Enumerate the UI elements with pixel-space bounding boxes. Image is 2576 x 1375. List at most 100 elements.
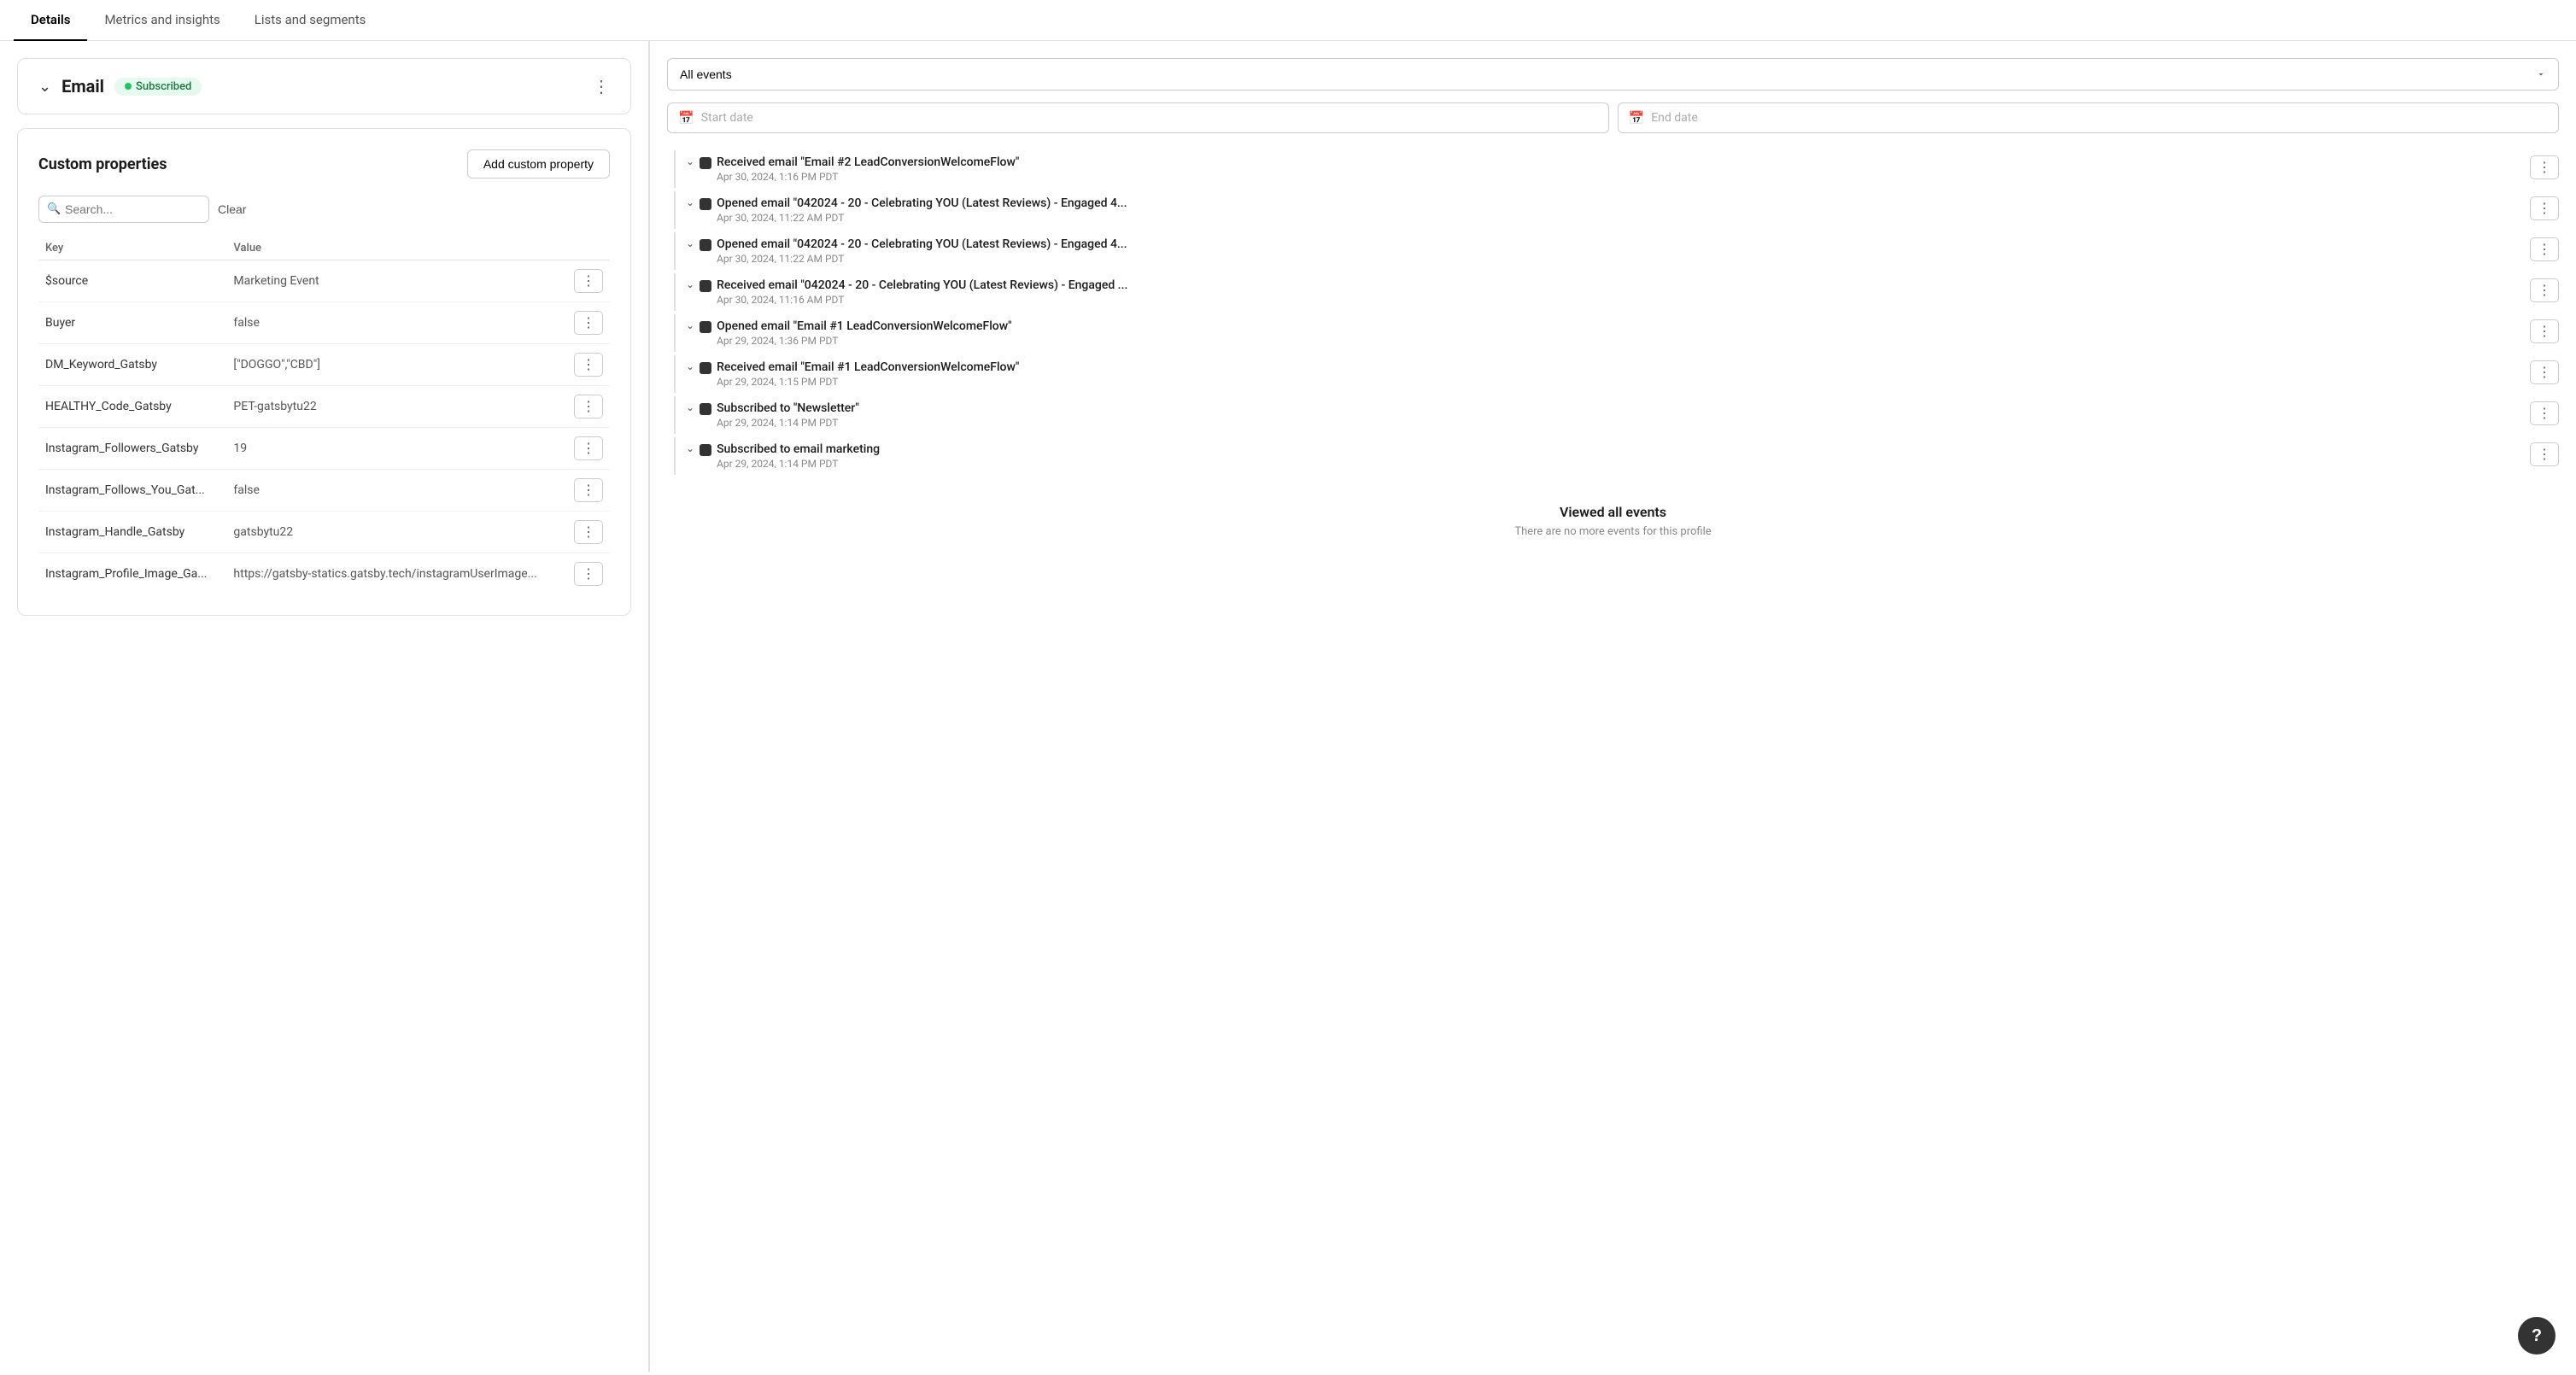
event-more-button[interactable]: ⋮ — [2530, 237, 2559, 261]
event-date: Apr 29, 2024, 1:15 PM PDT — [717, 376, 2525, 388]
event-type-icon — [700, 321, 711, 333]
prop-key: HEALTHY_Code_Gatsby — [38, 386, 226, 428]
row-more-button[interactable]: ⋮ — [574, 562, 603, 586]
event-chevron-icon[interactable]: ⌄ — [686, 278, 694, 290]
calendar-icon-start: 📅 — [678, 110, 694, 126]
prop-key: Instagram_Followers_Gatsby — [38, 428, 226, 470]
event-title: Received email "Email #2 LeadConversionW… — [717, 155, 2525, 169]
row-more-cell: ⋮ — [567, 344, 610, 386]
event-title: Subscribed to email marketing — [717, 442, 2525, 456]
prop-value: PET-gatsbytu22 — [226, 386, 567, 428]
event-more-button[interactable]: ⋮ — [2530, 278, 2559, 302]
event-item: ⌄ Subscribed to "Newsletter" Apr 29, 202… — [674, 396, 2559, 434]
subscribed-badge: Subscribed — [114, 78, 202, 96]
prop-value: 19 — [226, 428, 567, 470]
event-more-button[interactable]: ⋮ — [2530, 442, 2559, 466]
prop-key: DM_Keyword_Gatsby — [38, 344, 226, 386]
event-date: Apr 29, 2024, 1:14 PM PDT — [717, 458, 2525, 470]
viewed-all-section: Viewed all events There are no more even… — [667, 478, 2559, 547]
row-more-cell: ⋮ — [567, 302, 610, 344]
event-title: Opened email "Email #1 LeadConversionWel… — [717, 319, 2525, 333]
all-events-select[interactable]: All events — [667, 58, 2559, 91]
custom-properties-title: Custom properties — [38, 155, 167, 173]
table-row: HEALTHY_Code_Gatsby PET-gatsbytu22 ⋮ — [38, 386, 610, 428]
event-content: Opened email "042024 - 20 - Celebrating … — [717, 237, 2525, 265]
prop-value: ["DOGGO","CBD"] — [226, 344, 567, 386]
row-more-button[interactable]: ⋮ — [574, 311, 603, 335]
event-item: ⌄ Opened email "042024 - 20 - Celebratin… — [674, 232, 2559, 270]
clear-button[interactable]: Clear — [218, 202, 246, 216]
event-more-button[interactable]: ⋮ — [2530, 401, 2559, 425]
event-type-icon — [700, 444, 711, 456]
column-header-key: Key — [38, 237, 226, 260]
end-date-input[interactable]: 📅 End date — [1618, 102, 2560, 133]
event-chevron-icon[interactable]: ⌄ — [686, 442, 694, 454]
event-title: Opened email "042024 - 20 - Celebrating … — [717, 237, 2525, 251]
event-content: Opened email "Email #1 LeadConversionWel… — [717, 319, 2525, 347]
event-chevron-icon[interactable]: ⌄ — [686, 360, 694, 372]
row-more-cell: ⋮ — [567, 512, 610, 553]
email-more-icon[interactable]: ⋮ — [593, 76, 610, 97]
event-chevron-icon[interactable]: ⌄ — [686, 319, 694, 331]
column-header-value: Value — [226, 237, 567, 260]
row-more-button[interactable]: ⋮ — [574, 395, 603, 418]
event-more-button[interactable]: ⋮ — [2530, 360, 2559, 384]
row-more-button[interactable]: ⋮ — [574, 353, 603, 377]
event-chevron-icon[interactable]: ⌄ — [686, 401, 694, 413]
tab-metrics[interactable]: Metrics and insights — [87, 0, 237, 41]
date-filters: 📅 Start date 📅 End date — [667, 102, 2559, 133]
tab-details[interactable]: Details — [14, 0, 87, 41]
event-content: Subscribed to email marketing Apr 29, 20… — [717, 442, 2525, 470]
prop-key: Instagram_Handle_Gatsby — [38, 512, 226, 553]
event-title: Received email "042024 - 20 - Celebratin… — [717, 278, 2525, 292]
row-more-button[interactable]: ⋮ — [574, 436, 603, 460]
prop-key: Instagram_Follows_You_Gat... — [38, 470, 226, 512]
tab-lists[interactable]: Lists and segments — [237, 0, 383, 41]
properties-table: Key Value $source Marketing Event ⋮ Buye… — [38, 237, 610, 594]
add-custom-property-button[interactable]: Add custom property — [467, 149, 610, 178]
event-chevron-icon[interactable]: ⌄ — [686, 155, 694, 167]
event-more-button[interactable]: ⋮ — [2530, 155, 2559, 179]
email-card-left: ⌄ Email Subscribed — [38, 76, 202, 97]
event-more-button[interactable]: ⋮ — [2530, 196, 2559, 220]
prop-value: false — [226, 470, 567, 512]
event-title: Subscribed to "Newsletter" — [717, 401, 2525, 415]
search-icon: 🔍 — [47, 203, 61, 216]
events-list: ⌄ Received email "Email #2 LeadConversio… — [667, 150, 2559, 478]
row-more-button[interactable]: ⋮ — [574, 478, 603, 502]
search-input-wrap: 🔍 — [38, 196, 209, 223]
custom-properties-header: Custom properties Add custom property — [38, 149, 610, 178]
collapse-chevron-icon[interactable]: ⌄ — [38, 78, 51, 96]
email-title: Email — [61, 76, 104, 97]
event-title: Opened email "042024 - 20 - Celebrating … — [717, 196, 2525, 210]
start-date-input[interactable]: 📅 Start date — [667, 102, 1609, 133]
row-more-cell: ⋮ — [567, 470, 610, 512]
event-chevron-icon[interactable]: ⌄ — [686, 196, 694, 208]
event-chevron-icon[interactable]: ⌄ — [686, 237, 694, 249]
event-item: ⌄ Received email "Email #1 LeadConversio… — [674, 355, 2559, 393]
event-type-icon — [700, 198, 711, 210]
prop-value: Marketing Event — [226, 260, 567, 302]
end-date-placeholder: End date — [1651, 111, 1698, 125]
event-more-button[interactable]: ⋮ — [2530, 319, 2559, 343]
table-row: $source Marketing Event ⋮ — [38, 260, 610, 302]
help-button[interactable]: ? — [2518, 1317, 2556, 1355]
prop-value: https://gatsby-statics.gatsby.tech/insta… — [226, 553, 567, 595]
email-card: ⌄ Email Subscribed ⋮ — [17, 58, 631, 114]
viewed-all-title: Viewed all events — [667, 504, 2559, 520]
row-more-button[interactable]: ⋮ — [574, 269, 603, 293]
table-row: Instagram_Handle_Gatsby gatsbytu22 ⋮ — [38, 512, 610, 553]
event-item: ⌄ Received email "Email #2 LeadConversio… — [674, 150, 2559, 188]
event-date: Apr 30, 2024, 11:22 AM PDT — [717, 253, 2525, 265]
event-content: Subscribed to "Newsletter" Apr 29, 2024,… — [717, 401, 2525, 429]
search-input[interactable] — [38, 196, 209, 223]
left-panel: ⌄ Email Subscribed ⋮ Custom properties A… — [0, 41, 649, 1372]
event-content: Received email "042024 - 20 - Celebratin… — [717, 278, 2525, 306]
event-date: Apr 29, 2024, 1:14 PM PDT — [717, 417, 2525, 429]
row-more-button[interactable]: ⋮ — [574, 520, 603, 544]
table-row: Instagram_Followers_Gatsby 19 ⋮ — [38, 428, 610, 470]
right-panel: All events 📅 Start date 📅 End date ⌄ Rec… — [650, 41, 2576, 1372]
event-type-icon — [700, 362, 711, 374]
table-row: Instagram_Profile_Image_Ga... https://ga… — [38, 553, 610, 595]
event-type-icon — [700, 403, 711, 415]
